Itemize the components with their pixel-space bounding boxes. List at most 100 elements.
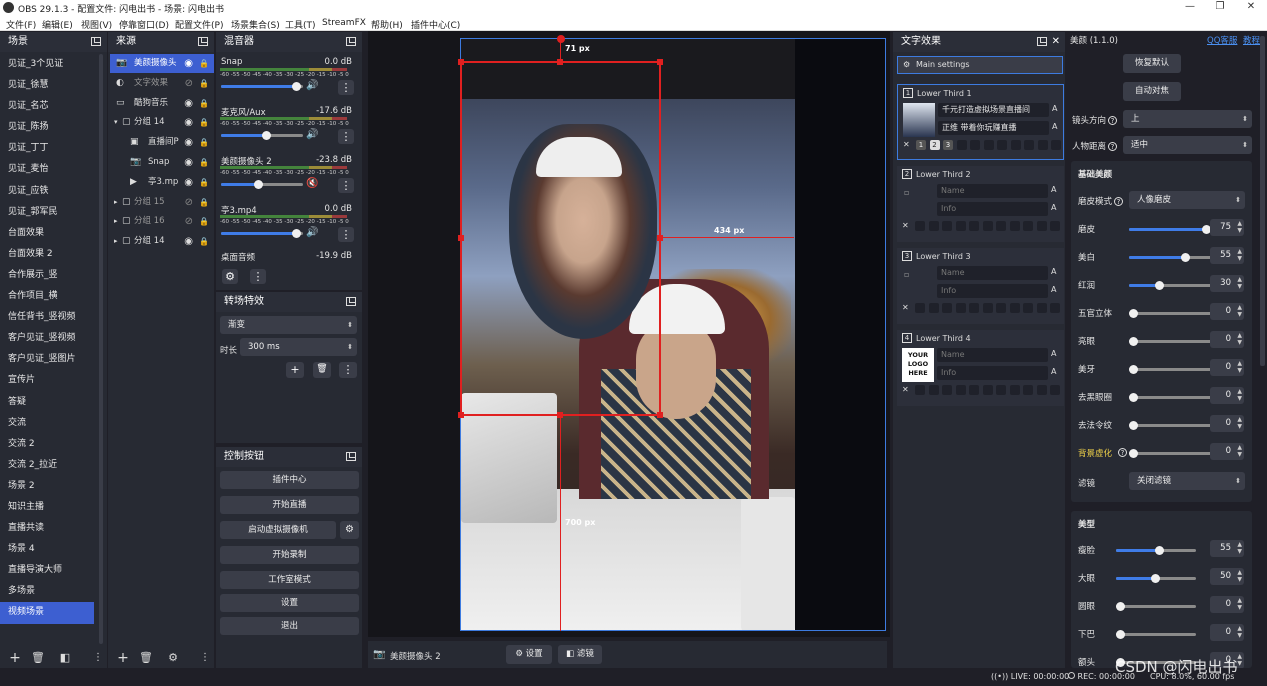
volume-slider[interactable] bbox=[221, 131, 303, 140]
spin-arrows-icon[interactable]: ▲ ▼ bbox=[1237, 220, 1242, 234]
lock-icon[interactable]: 🔒 bbox=[199, 54, 209, 73]
add-scene-icon[interactable]: + bbox=[6, 649, 24, 667]
slider-knob[interactable] bbox=[1155, 546, 1164, 555]
slider-knob[interactable] bbox=[1116, 630, 1125, 639]
lock-icon[interactable]: 🔒 bbox=[199, 173, 209, 192]
auto-focus-button[interactable]: 自动对焦 bbox=[1123, 82, 1181, 101]
lower-third-slot[interactable] bbox=[1036, 385, 1047, 395]
lock-closed-icon[interactable]: 🔒 bbox=[199, 212, 209, 231]
speaker-icon[interactable]: 🔊 bbox=[306, 227, 318, 238]
slider-value-input[interactable]: 75 ▲ ▼ bbox=[1210, 219, 1244, 236]
start-streaming-button[interactable]: 开始直播 bbox=[220, 496, 359, 514]
lens-direction-select[interactable]: 上 ⬍ bbox=[1123, 110, 1252, 128]
exit-button[interactable]: 退出 bbox=[220, 617, 359, 635]
lock-icon[interactable]: 🔒 bbox=[199, 133, 209, 152]
slider-knob[interactable] bbox=[1129, 421, 1138, 430]
lower-third-slot[interactable] bbox=[1037, 140, 1048, 150]
lower-third-slot[interactable] bbox=[970, 140, 980, 150]
lower-third-slot[interactable] bbox=[1024, 140, 1034, 150]
scene-item[interactable]: 直播共读 bbox=[0, 518, 94, 539]
font-icon[interactable]: A bbox=[1051, 367, 1056, 376]
menu-streamfx[interactable]: StreamFX bbox=[322, 18, 366, 28]
lower-third-slot[interactable] bbox=[915, 221, 925, 231]
menu-tools[interactable]: 工具(T) bbox=[285, 18, 316, 31]
lower-third-slot[interactable]: 1 bbox=[916, 140, 926, 150]
slider-knob[interactable] bbox=[1129, 365, 1138, 374]
slider-value-input[interactable]: 0 ▲ ▼ bbox=[1210, 415, 1244, 432]
resize-handle-tl[interactable] bbox=[458, 59, 464, 65]
smooth-mode-select[interactable]: 人像磨皮 ⬍ bbox=[1129, 191, 1245, 209]
lower-third-slot[interactable] bbox=[996, 221, 1006, 231]
speaker-muted-icon[interactable]: 🔇 bbox=[306, 178, 318, 189]
beauty-slider[interactable] bbox=[1116, 630, 1196, 639]
spin-arrows-icon[interactable]: ▲ ▼ bbox=[1237, 360, 1242, 374]
scene-item[interactable]: 合作展示_竖 bbox=[0, 265, 94, 286]
scene-item[interactable]: 信任背书_竖视频 bbox=[0, 307, 94, 328]
scene-item[interactable]: 交流 2 bbox=[0, 434, 94, 455]
spin-arrows-icon[interactable]: ▲ ▼ bbox=[1237, 304, 1242, 318]
person-distance-select[interactable]: 适中 ⬍ bbox=[1123, 136, 1252, 154]
lower-third-slot[interactable] bbox=[956, 140, 967, 150]
spin-arrows-icon[interactable]: ▲ ▼ bbox=[1237, 388, 1242, 402]
scene-scrollbar[interactable] bbox=[99, 54, 103, 644]
expand-chevron-icon[interactable]: ▾ bbox=[114, 113, 118, 132]
beauty-slider[interactable] bbox=[1116, 546, 1196, 555]
scene-item[interactable]: 见证_麦怡 bbox=[0, 159, 94, 180]
lower-third-slot[interactable] bbox=[969, 303, 979, 313]
slider-knob[interactable] bbox=[1116, 602, 1125, 611]
spin-arrows-icon[interactable]: ▲ ▼ bbox=[1237, 416, 1242, 430]
slider-knob[interactable] bbox=[1151, 574, 1160, 583]
add-source-icon[interactable]: + bbox=[114, 649, 132, 667]
scene-item[interactable]: 台面效果 bbox=[0, 223, 94, 244]
start-recording-button[interactable]: 开始录制 bbox=[220, 546, 359, 564]
lower-third-slot[interactable] bbox=[1050, 221, 1060, 231]
source-item[interactable]: ▣ 直播间P ◉ 🔒 bbox=[110, 133, 214, 152]
resize-handle-br[interactable] bbox=[657, 412, 663, 418]
lower-third-slot[interactable] bbox=[1036, 303, 1047, 313]
undock-icon[interactable] bbox=[346, 37, 356, 46]
scene-item[interactable]: 客户见证_竖视频 bbox=[0, 328, 94, 349]
lower-third-card[interactable]: 2 Lower Third 2 ▫ Name Info A A ✕ bbox=[897, 166, 1064, 242]
lower-third-slot[interactable] bbox=[1010, 140, 1021, 150]
scene-item[interactable]: 见证_郭军民 bbox=[0, 202, 94, 223]
scene-more-icon[interactable]: ⋮ bbox=[89, 649, 107, 667]
lower-third-slot[interactable] bbox=[942, 303, 952, 313]
scene-item[interactable]: 视频场景 bbox=[0, 602, 94, 624]
spin-arrows-icon[interactable]: ▲ ▼ bbox=[1237, 332, 1242, 346]
lower-third-slot[interactable] bbox=[955, 303, 966, 313]
eye-hidden-icon[interactable]: ⊘ bbox=[185, 212, 193, 231]
settings-button[interactable]: 设置 bbox=[220, 594, 359, 612]
add-transition-icon[interactable]: + bbox=[286, 362, 304, 378]
undock-icon[interactable] bbox=[198, 37, 208, 46]
spin-arrows-icon[interactable]: ▲ ▼ bbox=[1237, 276, 1242, 290]
slider-knob[interactable] bbox=[1181, 253, 1191, 262]
beauty-slider[interactable] bbox=[1116, 602, 1196, 611]
lower-third-slot[interactable] bbox=[915, 303, 925, 313]
lower-third-slot[interactable]: 2 bbox=[929, 140, 940, 150]
close-icon[interactable]: ✕ bbox=[903, 140, 910, 149]
slider-value-input[interactable]: 0 ▲ ▼ bbox=[1210, 443, 1244, 460]
slider-value-input[interactable]: 50 ▲ ▼ bbox=[1210, 568, 1244, 585]
font-icon[interactable]: A bbox=[1051, 185, 1056, 194]
resize-handle-r[interactable] bbox=[657, 235, 663, 241]
volume-knob[interactable] bbox=[292, 82, 302, 91]
spin-arrows-icon[interactable]: ▲ ▼ bbox=[1237, 625, 1242, 639]
scene-item[interactable]: 见证_3个见证 bbox=[0, 54, 94, 75]
source-item[interactable]: ▸ ▢ 分组 16 ⊘ 🔒 bbox=[110, 212, 214, 231]
source-item[interactable]: ▾ ▢ 分组 14 ◉ 🔒 bbox=[110, 113, 214, 132]
spin-arrows-icon[interactable]: ▲ ▼ bbox=[1237, 597, 1242, 611]
lower-third-slot[interactable] bbox=[1050, 385, 1060, 395]
lower-third-slot[interactable] bbox=[1023, 303, 1033, 313]
eye-icon[interactable]: ◉ bbox=[184, 94, 193, 113]
menu-docks[interactable]: 停靠窗口(D) bbox=[119, 18, 169, 31]
lower-third-slot[interactable] bbox=[915, 385, 925, 395]
source-settings-icon[interactable]: ⚙ bbox=[164, 649, 182, 667]
menu-profile[interactable]: 配置文件(P) bbox=[175, 18, 223, 31]
undock-icon[interactable] bbox=[91, 37, 101, 46]
lower-third-slot[interactable] bbox=[1009, 303, 1020, 313]
lower-third-slot[interactable] bbox=[1023, 385, 1033, 395]
transition-select[interactable]: 渐变 ⬍ bbox=[220, 316, 357, 334]
help-icon[interactable]: ? bbox=[1118, 448, 1127, 457]
menu-plugin-center[interactable]: 插件中心(C) bbox=[411, 18, 460, 31]
slider-value-input[interactable]: 55 ▲ ▼ bbox=[1210, 540, 1244, 557]
